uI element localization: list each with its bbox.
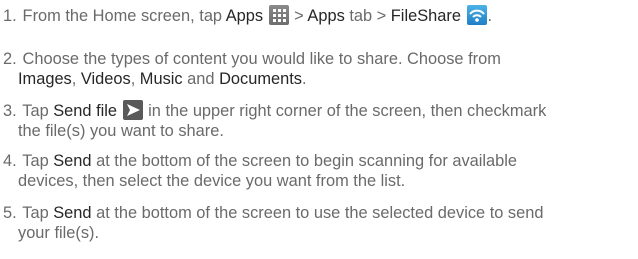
step-text: . (301, 70, 307, 88)
step-text: > (289, 7, 308, 25)
step-text: , (130, 70, 140, 88)
fileshare-term: FileShare (390, 7, 461, 25)
step-text: , (71, 70, 81, 88)
send-term: Send (53, 204, 92, 222)
fileshare-wifi-icon (466, 5, 487, 25)
step-number: 5. (3, 204, 17, 222)
step-number: 4. (3, 152, 17, 170)
apps-tab-term: Apps (307, 7, 345, 25)
instruction-list: 1. From the Home screen, tap Apps > Apps… (0, 0, 638, 259)
step-text: at the bottom of the screen to use the s… (91, 204, 544, 222)
send-file-term: Send file (53, 102, 118, 120)
step-1: 1. From the Home screen, tap Apps > Apps… (3, 5, 633, 26)
step-line: your file(s). (18, 224, 100, 242)
music-term: Music (139, 70, 183, 88)
step-line: the file(s) you want to share. (18, 122, 224, 140)
send-arrow-icon (122, 100, 143, 120)
step-text: Tap (18, 102, 54, 120)
videos-term: Videos (80, 70, 131, 88)
images-term: Images (18, 70, 72, 88)
send-term: Send (53, 152, 92, 170)
step-5: 5. Tap Send at the bottom of the screen … (3, 203, 633, 243)
step-text: tab > (344, 7, 391, 25)
step-text: . (487, 7, 493, 25)
step-number: 3. (3, 102, 17, 120)
step-text: From the Home screen, tap (18, 7, 226, 25)
step-4: 4. Tap Send at the bottom of the screen … (3, 151, 633, 191)
step-text: Tap (18, 152, 54, 170)
apps-term: Apps (225, 7, 264, 25)
step-line: Images, Videos, Music and Documents. (3, 69, 633, 89)
step-number: 1. (3, 7, 17, 25)
step-3: 3. Tap Send file in the upper right corn… (3, 100, 633, 141)
step-text: in the upper right corner of the screen,… (143, 102, 547, 120)
step-number: 2. (3, 50, 17, 68)
step-line: devices, then select the device you want… (18, 172, 406, 190)
step-2: 2. Choose the types of content you would… (3, 49, 633, 89)
apps-grid-icon (268, 5, 289, 25)
step-text: at the bottom of the screen to begin sca… (91, 152, 518, 170)
documents-term: Documents (219, 70, 302, 88)
step-text: Tap (18, 204, 54, 222)
step-text: and (182, 70, 220, 88)
step-text: Choose the types of content you would li… (18, 50, 501, 68)
